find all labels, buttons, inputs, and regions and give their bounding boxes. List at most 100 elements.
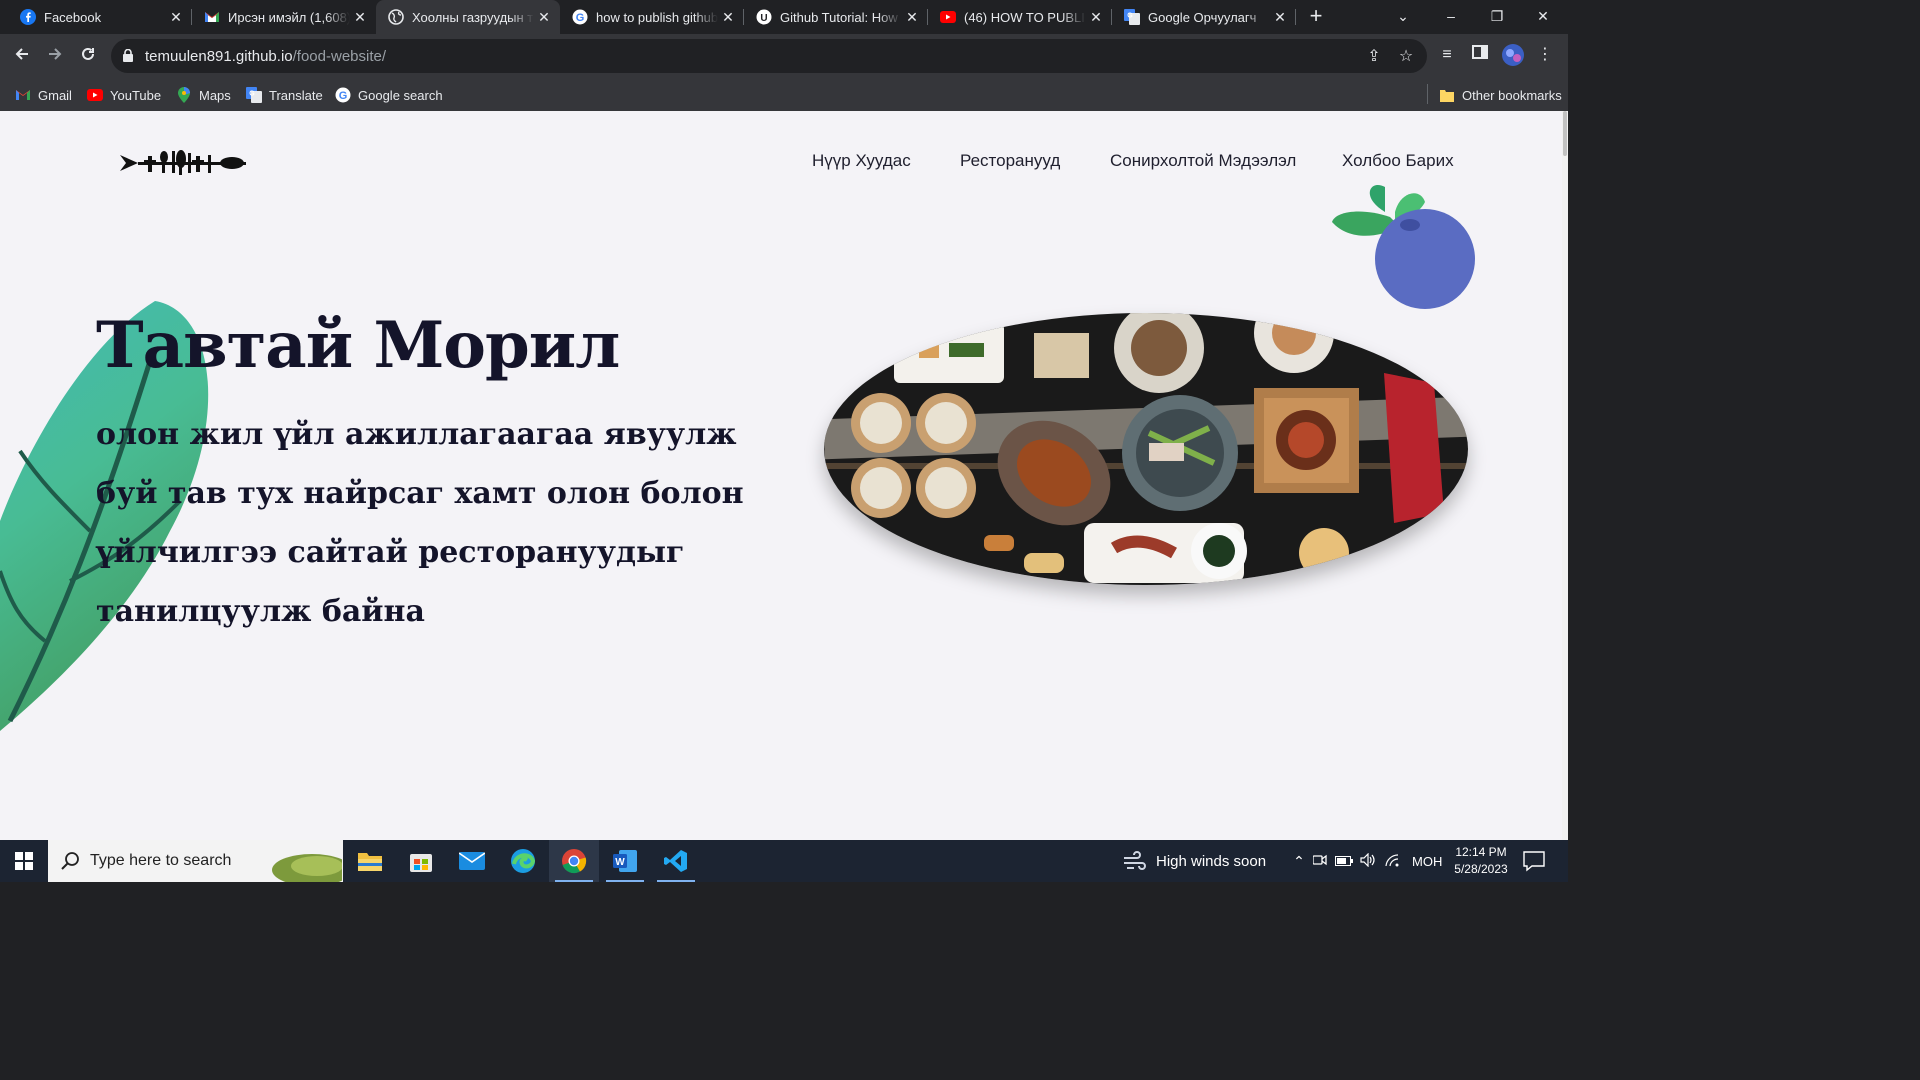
new-tab-button[interactable]: + (1304, 5, 1328, 29)
bookmark-gmail[interactable]: Gmail (15, 83, 72, 107)
maps-icon (176, 87, 192, 103)
bookmark-maps[interactable]: Maps (176, 83, 231, 107)
meet-now-icon[interactable] (1308, 854, 1332, 869)
tab-title: Facebook (44, 9, 102, 25)
svg-text:U: U (760, 13, 767, 24)
clock-date: 5/28/2023 (1454, 862, 1508, 876)
bookmark-label: Maps (199, 87, 231, 103)
tab-google-translate[interactable]: G Google Орчуулагч ✕ (1112, 0, 1296, 34)
restore-button[interactable]: ❐ (1474, 0, 1520, 34)
bookmark-label: Translate (269, 87, 323, 103)
wifi-icon[interactable] (1380, 853, 1404, 870)
close-tab-icon[interactable]: ✕ (902, 9, 922, 26)
bookmark-translate[interactable]: G Translate (246, 83, 323, 107)
browser-chrome: Facebook ✕ Ирсэн имэйл (1,608) ✕ Хоолны … (0, 0, 1568, 111)
nav-restaurants[interactable]: Ресторанууд (960, 151, 1060, 171)
avatar[interactable] (1502, 44, 1524, 66)
windows-logo-icon (15, 852, 33, 870)
tab-separator (1295, 9, 1296, 25)
tab-food-website[interactable]: Хоолны газруудын та ✕ (376, 0, 560, 34)
close-tab-icon[interactable]: ✕ (350, 9, 370, 26)
page-scrollbar[interactable] (1562, 111, 1568, 840)
running-indicator (657, 880, 695, 882)
bookmark-label: YouTube (110, 87, 162, 103)
svg-text:G: G (249, 91, 255, 98)
web-page: Нүүр Хуудас Ресторанууд Сонирхолтой Мэдэ… (0, 111, 1562, 840)
close-window-button[interactable]: ✕ (1520, 0, 1566, 34)
tab-strip: Facebook ✕ Ирсэн имэйл (1,608) ✕ Хоолны … (0, 0, 1568, 34)
nav-contact[interactable]: Холбоо Барих (1342, 151, 1454, 171)
forward-button[interactable] (43, 44, 67, 68)
vscode-button[interactable] (651, 840, 701, 882)
chevron-up-icon[interactable]: ⌃ (1290, 853, 1308, 870)
bookmark-star-icon[interactable]: ☆ (1397, 48, 1415, 66)
github-tutorial-icon: U (756, 9, 772, 25)
tab-youtube[interactable]: (46) HOW TO PUBLISH ✕ (928, 0, 1112, 34)
store-icon (410, 854, 432, 872)
word-button[interactable]: W (600, 840, 650, 882)
back-button[interactable] (10, 44, 34, 68)
gmail-icon (15, 87, 31, 103)
taskbar-search[interactable]: Type here to search (48, 840, 343, 882)
close-tab-icon[interactable]: ✕ (1270, 9, 1290, 26)
bookmark-google-search[interactable]: G Google search (335, 83, 443, 107)
blueberry-decoration (1332, 185, 1475, 309)
bookmarks-bar: Gmail YouTube Maps G Translate G Google … (0, 78, 1568, 111)
edge-button[interactable] (498, 840, 548, 882)
close-tab-icon[interactable]: ✕ (166, 9, 186, 26)
youtube-icon (87, 87, 103, 103)
system-tray: ⌃ МОН (1290, 840, 1442, 882)
tab-title: (46) HOW TO PUBLISH (964, 9, 1086, 25)
close-tab-icon[interactable]: ✕ (718, 9, 738, 26)
chrome-icon (562, 849, 587, 874)
media-control-icon[interactable]: ≡ (1436, 44, 1458, 66)
tab-google-search[interactable]: G how to publish github ✕ (560, 0, 744, 34)
battery-icon[interactable] (1332, 854, 1356, 869)
svg-text:G: G (1127, 13, 1133, 20)
microsoft-store-button[interactable] (396, 840, 446, 882)
tab-title: Ирсэн имэйл (1,608) (228, 9, 350, 25)
other-bookmarks[interactable]: Other bookmarks (1439, 83, 1562, 107)
tab-gmail[interactable]: Ирсэн имэйл (1,608) ✕ (192, 0, 376, 34)
search-highlight-decoration (272, 854, 342, 882)
language-indicator[interactable]: МОН (1412, 854, 1442, 869)
translate-icon: G (1124, 9, 1140, 25)
chrome-button[interactable] (549, 840, 599, 882)
tab-title: how to publish github (596, 9, 718, 25)
address-bar[interactable]: temuulen891.github.io/food-website/ ⇪ ☆ (111, 39, 1427, 73)
site-logo[interactable] (118, 147, 248, 179)
arrow-right-icon (49, 48, 62, 60)
nav-home[interactable]: Нүүр Хуудас (812, 151, 911, 171)
folder-icon (1439, 87, 1455, 103)
bookmark-label: Gmail (38, 87, 72, 103)
windows-taskbar: Type here to search W High winds soon ⌃ (0, 840, 1568, 882)
tab-github-tutorial[interactable]: U Github Tutorial: How t ✕ (744, 0, 928, 34)
kebab-menu-icon[interactable]: ⋮ (1534, 44, 1556, 66)
active-indicator (555, 880, 593, 882)
search-icon (61, 852, 79, 870)
tab-title: Хоолны газруудын та (412, 9, 534, 25)
food-platter-image (824, 313, 1468, 585)
share-icon[interactable]: ⇪ (1365, 48, 1383, 66)
volume-icon[interactable] (1356, 852, 1380, 870)
close-tab-icon[interactable]: ✕ (534, 9, 554, 26)
notification-icon[interactable] (1522, 850, 1546, 872)
lock-icon (123, 49, 133, 62)
clock[interactable]: 12:14 PM 5/28/2023 (1446, 844, 1516, 878)
side-panel-icon[interactable] (1469, 44, 1491, 66)
tab-facebook[interactable]: Facebook ✕ (8, 0, 192, 34)
scrollbar-thumb[interactable] (1563, 111, 1567, 156)
reload-button[interactable] (76, 44, 100, 68)
close-tab-icon[interactable]: ✕ (1086, 9, 1106, 26)
start-button[interactable] (0, 840, 48, 882)
minimize-button[interactable]: – (1428, 0, 1474, 34)
mail-button[interactable] (447, 840, 497, 882)
wind-icon (1124, 851, 1146, 870)
file-explorer-button[interactable] (345, 840, 395, 882)
tab-search-chevron-icon[interactable]: ⌄ (1380, 0, 1426, 34)
other-bookmarks-label: Other bookmarks (1462, 87, 1562, 103)
bookmark-youtube[interactable]: YouTube (87, 83, 161, 107)
weather-widget[interactable]: High winds soon (1122, 840, 1266, 882)
svg-text:G: G (576, 12, 585, 24)
nav-interesting-info[interactable]: Сонирхолтой Мэдээлэл (1110, 151, 1296, 171)
